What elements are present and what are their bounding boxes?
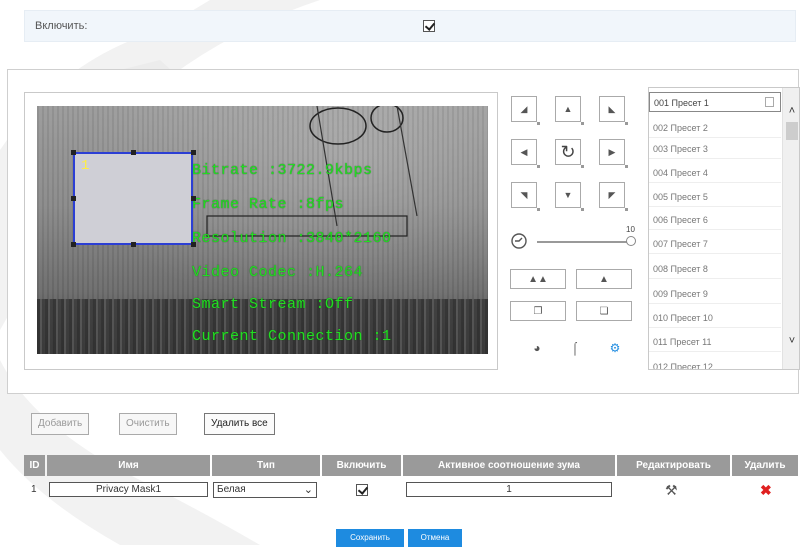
- list-item[interactable]: 004 Пресет 4: [649, 163, 781, 183]
- resize-handle[interactable]: [191, 242, 196, 247]
- delete-all-button[interactable]: Удалить все: [204, 413, 275, 435]
- save-icon[interactable]: [765, 97, 774, 107]
- delete-icon[interactable]: ✖: [760, 482, 772, 498]
- slider-max-value: 10: [626, 225, 635, 234]
- list-item[interactable]: 002 Пресет 2: [649, 118, 781, 138]
- enable-checkbox[interactable]: [423, 20, 435, 32]
- down-left-arrow-icon[interactable]: ◥: [511, 182, 540, 211]
- timer-icon[interactable]: ◕: [530, 341, 544, 355]
- crop-icon[interactable]: ⌠: [568, 341, 582, 355]
- column-header-type: Тип: [212, 455, 320, 476]
- list-item[interactable]: 011 Пресет 11: [649, 332, 781, 352]
- column-header-name: Имя: [47, 455, 210, 476]
- list-item[interactable]: 008 Пресет 8: [649, 259, 781, 279]
- column-header-id: ID: [24, 455, 45, 476]
- resize-handle[interactable]: [191, 150, 196, 155]
- live-video[interactable]: Bitrate :3722.9kbps Frame Rate :8fps Res…: [37, 106, 488, 354]
- row-id: 1: [31, 484, 37, 495]
- cancel-button[interactable]: Отмена: [408, 529, 462, 547]
- mask-type-select[interactable]: Белая ⌄: [213, 482, 317, 498]
- privacy-mask-region[interactable]: 1: [73, 152, 193, 245]
- list-item[interactable]: 003 Пресет 3: [649, 139, 781, 159]
- resize-handle[interactable]: [71, 150, 76, 155]
- list-item[interactable]: 010 Пресет 10: [649, 308, 781, 328]
- left-arrow-icon[interactable]: ◀: [511, 139, 540, 168]
- preset-list: 001 Пресет 1 002 Пресет 2 003 Пресет 3 0…: [648, 87, 800, 370]
- zoom-ratio-input[interactable]: 1: [406, 482, 612, 497]
- list-item[interactable]: 005 Пресет 5: [649, 187, 781, 207]
- add-button[interactable]: Добавить: [31, 413, 90, 435]
- osd-bitrate: Bitrate :3722.9kbps: [192, 162, 373, 179]
- row-enable-checkbox[interactable]: [356, 484, 368, 496]
- up-arrow-icon[interactable]: ▲: [555, 96, 584, 125]
- scroll-thumb[interactable]: [786, 122, 798, 140]
- column-header-edit: Редактировать: [617, 455, 730, 476]
- resize-handle[interactable]: [131, 150, 136, 155]
- rotate-icon[interactable]: ↻: [555, 139, 584, 168]
- speed-icon: [511, 233, 527, 249]
- speed-slider[interactable]: [537, 241, 630, 243]
- column-header-enable: Включить: [322, 455, 401, 476]
- edit-icon[interactable]: ⚒: [665, 482, 678, 498]
- mask-number: 1: [81, 158, 90, 174]
- chevron-up-icon[interactable]: ˄: [785, 104, 799, 118]
- chevron-down-icon: ⌄: [303, 484, 313, 496]
- chevron-down-icon[interactable]: ˅: [785, 334, 799, 348]
- zoom-in-icon[interactable]: ▲: [576, 269, 632, 289]
- clear-button[interactable]: Очистить: [119, 413, 177, 435]
- list-item[interactable]: 006 Пресет 6: [649, 210, 781, 230]
- list-item[interactable]: 001 Пресет 1: [649, 92, 781, 112]
- down-arrow-icon[interactable]: ▼: [555, 182, 584, 211]
- osd-frame-rate: Frame Rate :8fps: [192, 196, 345, 213]
- list-item[interactable]: 009 Пресет 9: [649, 284, 781, 304]
- enable-row: Включить:: [24, 10, 796, 42]
- up-left-arrow-icon[interactable]: ◢: [511, 96, 540, 125]
- osd-resolution: Resolution :3840*2160: [192, 230, 392, 247]
- osd-smart-stream: Smart Stream :Off: [192, 296, 354, 313]
- right-arrow-icon[interactable]: ▶: [599, 139, 628, 168]
- focus-far-icon[interactable]: ❏: [576, 301, 632, 321]
- osd-video-codec: Video Codec :H.264: [192, 264, 364, 281]
- column-header-delete: Удалить: [732, 455, 798, 476]
- save-button[interactable]: Сохранить: [336, 529, 404, 547]
- enable-label: Включить:: [35, 20, 88, 32]
- osd-connection: Current Connection :1: [192, 328, 392, 345]
- list-item[interactable]: 012 Пресет 12: [649, 357, 781, 369]
- up-right-arrow-icon[interactable]: ◣: [599, 96, 628, 125]
- zoom-out-icon[interactable]: ▲▲: [510, 269, 566, 289]
- preset-scrollbar[interactable]: ˄ ˅: [782, 88, 799, 369]
- speed-slider-handle[interactable]: [626, 236, 636, 246]
- list-item[interactable]: 007 Пресет 7: [649, 234, 781, 254]
- down-right-arrow-icon[interactable]: ◤: [599, 182, 628, 211]
- column-header-zoom-ratio: Активное соотношение зума: [403, 455, 615, 476]
- mask-name-input[interactable]: Privacy Mask1: [49, 482, 208, 497]
- resize-handle[interactable]: [71, 196, 76, 201]
- resize-handle[interactable]: [191, 196, 196, 201]
- focus-near-icon[interactable]: ❐: [510, 301, 566, 321]
- resize-handle[interactable]: [131, 242, 136, 247]
- resize-handle[interactable]: [71, 242, 76, 247]
- settings-icon[interactable]: ⚙: [608, 341, 622, 355]
